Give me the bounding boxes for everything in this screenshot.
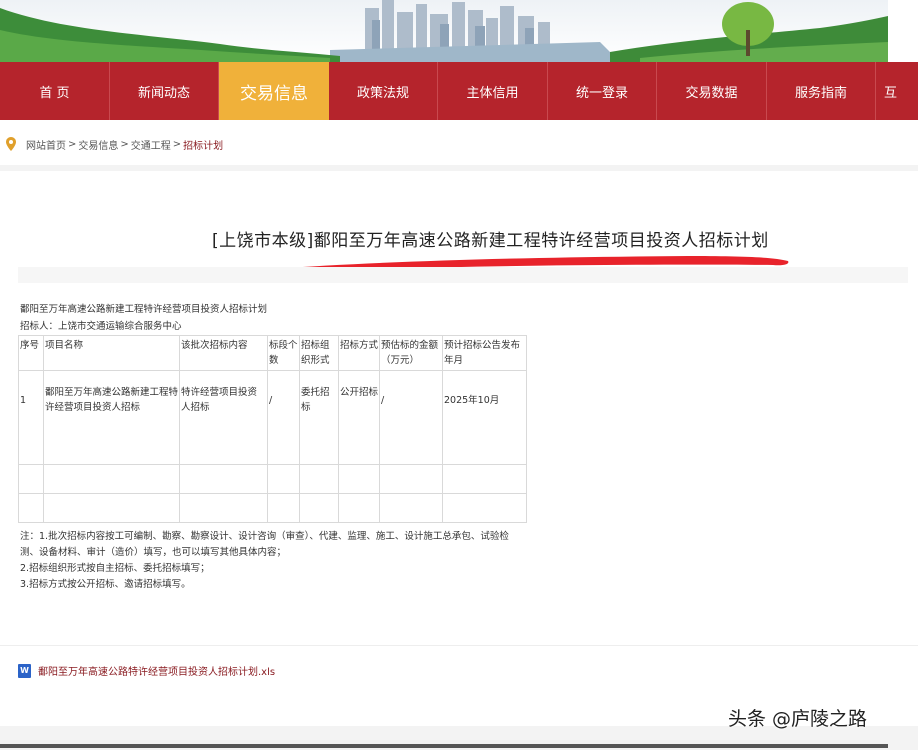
table-cell bbox=[379, 493, 443, 523]
table-cell: 2025年10月 bbox=[442, 370, 527, 465]
table-cell bbox=[338, 493, 380, 523]
attachment-link[interactable]: W 鄱阳至万年高速公路特许经营项目投资人招标计划.xls bbox=[18, 663, 275, 678]
column-header: 预计招标公告发布年月 bbox=[442, 335, 527, 371]
column-header: 招标组织形式 bbox=[299, 335, 339, 371]
title-divider-band bbox=[18, 267, 908, 283]
attachment-divider bbox=[0, 645, 918, 646]
column-header: 该批次招标内容 bbox=[179, 335, 268, 371]
table-cell bbox=[299, 493, 339, 523]
sheet-tenderer: 招标人：上饶市交通运输综合服务中心 bbox=[20, 321, 182, 332]
sheet-heading: 鄱阳至万年高速公路新建工程特许经营项目投资人招标计划 bbox=[20, 304, 268, 315]
table-cell: 公开招标 bbox=[338, 370, 380, 465]
footer-bar bbox=[0, 744, 888, 748]
breadcrumb-separator: > bbox=[68, 138, 77, 150]
note-line: 2.招标组织形式按自主招标、委托招标填写； bbox=[20, 563, 210, 574]
table-header-row: 序号 项目名称 该批次招标内容 标段个数 招标组织形式 招标方式 预估标的金额（… bbox=[18, 335, 527, 371]
table-cell: / bbox=[267, 370, 300, 465]
column-header: 项目名称 bbox=[43, 335, 180, 371]
table-cell bbox=[379, 464, 443, 494]
sheet-notes: 注：1.批次招标内容按工可编制、勘察、勘察设计、设计咨询（审查）、代建、监理、施… bbox=[18, 523, 526, 593]
breadcrumb-separator: > bbox=[120, 138, 129, 150]
table-cell bbox=[299, 464, 339, 494]
page-title: [上饶市本级]鄱阳至万年高速公路新建工程特许经营项目投资人招标计划 bbox=[212, 231, 769, 251]
nav-item-credit[interactable]: 主体信用 bbox=[438, 62, 548, 120]
breadcrumb: 网站首页 > 交易信息 > 交通工程 > 招标计划 bbox=[0, 128, 918, 160]
spreadsheet-preview: 鄱阳至万年高速公路新建工程特许经营项目投资人招标计划 招标人：上饶市交通运输综合… bbox=[18, 301, 527, 593]
article-panel: [上饶市本级]鄱阳至万年高速公路新建工程特许经营项目投资人招标计划 鄱阳至万年高… bbox=[0, 171, 918, 726]
note-line: 3.招标方式按公开招标、邀请招标填写。 bbox=[20, 579, 191, 590]
table-cell bbox=[18, 493, 44, 523]
nav-item-login[interactable]: 统一登录 bbox=[548, 62, 657, 120]
nav-item-trading-data[interactable]: 交易数据 bbox=[657, 62, 767, 120]
breadcrumb-trading-info-link[interactable]: 交易信息 bbox=[78, 137, 118, 152]
table-row bbox=[18, 464, 527, 494]
breadcrumb-current[interactable]: 招标计划 bbox=[183, 137, 223, 152]
main-nav: 首 页 新闻动态 交易信息 政策法规 主体信用 统一登录 交易数据 服务指南 互 bbox=[0, 62, 918, 120]
table-row: 1 鄱阳至万年高速公路新建工程特许经营项目投资人招标 特许经营项目投资人招标 /… bbox=[18, 370, 527, 465]
plan-table: 序号 项目名称 该批次招标内容 标段个数 招标组织形式 招标方式 预估标的金额（… bbox=[18, 335, 527, 523]
column-header: 招标方式 bbox=[338, 335, 380, 371]
table-cell: 委托招标 bbox=[299, 370, 339, 465]
nav-item-policy[interactable]: 政策法规 bbox=[329, 62, 438, 120]
column-header: 序号 bbox=[18, 335, 44, 371]
breadcrumb-traffic-link[interactable]: 交通工程 bbox=[131, 137, 171, 152]
header-banner bbox=[0, 0, 918, 62]
table-row bbox=[18, 493, 527, 523]
table-cell: / bbox=[379, 370, 443, 465]
table-cell bbox=[267, 464, 300, 494]
table-cell: 特许经营项目投资人招标 bbox=[179, 370, 268, 465]
banner-landscape-graphic bbox=[0, 0, 918, 62]
breadcrumb-home-link[interactable]: 网站首页 bbox=[26, 137, 66, 152]
table-cell bbox=[338, 464, 380, 494]
table-cell bbox=[442, 493, 527, 523]
table-cell bbox=[18, 464, 44, 494]
nav-item-trading-info[interactable]: 交易信息 bbox=[219, 62, 329, 120]
table-cell: 鄱阳至万年高速公路新建工程特许经营项目投资人招标 bbox=[43, 370, 180, 465]
nav-item-news[interactable]: 新闻动态 bbox=[110, 62, 219, 120]
table-cell bbox=[442, 464, 527, 494]
source-watermark: 头条 @庐陵之路 bbox=[728, 708, 868, 730]
document-file-icon: W bbox=[18, 663, 31, 678]
nav-item-service-guide[interactable]: 服务指南 bbox=[767, 62, 876, 120]
table-cell bbox=[179, 493, 268, 523]
table-cell: 1 bbox=[18, 370, 44, 465]
note-line: 注：1.批次招标内容按工可编制、勘察、勘察设计、设计咨询（审查）、代建、监理、施… bbox=[20, 531, 509, 558]
nav-item-home[interactable]: 首 页 bbox=[0, 62, 110, 120]
table-cell bbox=[43, 493, 180, 523]
attachment-filename[interactable]: 鄱阳至万年高速公路特许经营项目投资人招标计划.xls bbox=[38, 663, 275, 678]
nav-item-interaction[interactable]: 互 bbox=[876, 62, 918, 120]
table-cell bbox=[43, 464, 180, 494]
table-cell bbox=[267, 493, 300, 523]
column-header: 预估标的金额（万元） bbox=[379, 335, 443, 371]
breadcrumb-separator: > bbox=[172, 138, 182, 150]
column-header: 标段个数 bbox=[267, 335, 300, 371]
table-cell bbox=[179, 464, 268, 494]
location-pin-icon bbox=[6, 137, 16, 151]
